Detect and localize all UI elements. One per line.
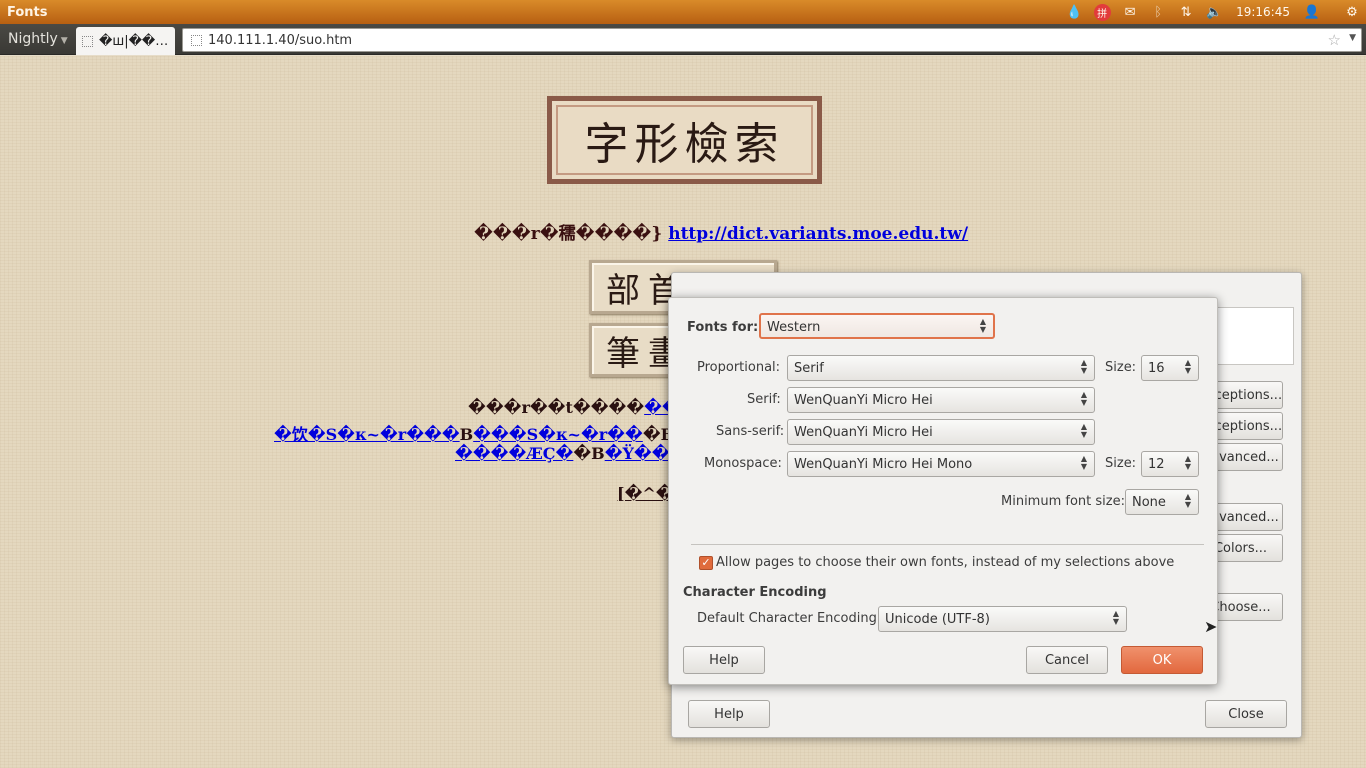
site-identity-icon[interactable] (191, 34, 202, 46)
sans-serif-select[interactable]: WenQuanYi Micro Hei ▲ ▼ (787, 419, 1095, 445)
garbled-link[interactable]: ���S�к~�r�� (473, 425, 643, 444)
prefs-help-button[interactable]: Help (688, 700, 770, 728)
dict-link[interactable]: http://dict.variants.moe.edu.tw/ (668, 224, 968, 244)
serif-select[interactable]: WenQuanYi Micro Hei ▲ ▼ (787, 387, 1095, 413)
garbled-link[interactable]: �Ÿ�� (605, 444, 670, 463)
page-icon (82, 35, 93, 47)
combo-arrows-icon: ▲ ▼ (1184, 358, 1191, 375)
proportional-label: Proportional: (697, 360, 781, 375)
tab-title: �ш|��… (99, 33, 169, 49)
fonts-for-label: Fonts for: (687, 320, 759, 335)
garbled-text: ���r��t���� (468, 398, 645, 417)
serif-label: Serif: (747, 392, 781, 407)
combo-arrows-icon: ▲ ▼ (1080, 454, 1087, 471)
proportional-value: Serif (794, 361, 824, 376)
fonts-for-value: Western (767, 320, 821, 335)
ok-button[interactable]: OK (1121, 646, 1203, 674)
sans-serif-label: Sans-serif: (716, 424, 785, 439)
monospace-size-value: 12 (1148, 457, 1165, 472)
garbled-line-1: ���r��t������ (468, 398, 680, 417)
url-text: 140.111.1.40/suo.htm (208, 32, 353, 48)
chevron-down-icon: ▼ (60, 36, 68, 46)
monospace-value: WenQuanYi Micro Hei Mono (794, 457, 973, 472)
gear-icon[interactable]: ⚙ (1338, 0, 1366, 24)
garbled-link[interactable]: [�^� (617, 484, 674, 503)
proportional-size-select[interactable]: 16 ▲ ▼ (1141, 355, 1199, 381)
allow-pages-fonts-checkbox[interactable]: ✓ (699, 556, 713, 570)
intro-line: ���r�穤����} http://dict.variants.moe.edu… (474, 219, 968, 244)
allow-pages-fonts-label[interactable]: Allow pages to choose their own fonts, i… (716, 555, 1174, 570)
system-tray: 💧 拼 ✉ ᛒ ⇅ 🔈 19:16:45 👤 ⚙ (1060, 0, 1366, 24)
fonts-for-select[interactable]: Western ▲ ▼ (759, 313, 995, 339)
url-history-dropdown-icon[interactable]: ▼ (1349, 33, 1356, 43)
app-menu-button[interactable]: Nightly ▼ (0, 27, 70, 52)
proportional-size-value: 16 (1148, 361, 1165, 376)
close-button[interactable]: Close (1205, 700, 1287, 728)
fonts-help-button[interactable]: Help (683, 646, 765, 674)
combo-arrows-icon: ▲ ▼ (1080, 390, 1087, 407)
garbled-link[interactable]: �饮�S�к~�r��� (274, 425, 460, 444)
url-bar[interactable]: 140.111.1.40/suo.htm ☆ ▼ (182, 28, 1362, 52)
minimum-font-size-label: Minimum font size: (1001, 494, 1125, 509)
bookmark-star-icon[interactable]: ☆ (1328, 31, 1341, 49)
monospace-size-label: Size: (1105, 456, 1137, 471)
monospace-size-select[interactable]: 12 ▲ ▼ (1141, 451, 1199, 477)
mouse-cursor-icon: ➤ (1204, 617, 1218, 636)
window-title: Fonts (7, 4, 48, 20)
serif-value: WenQuanYi Micro Hei (794, 393, 933, 408)
combo-arrows-icon: ▲ ▼ (1184, 492, 1191, 509)
garbled-link[interactable]: ����ÆÇ� (455, 444, 573, 463)
clock[interactable]: 19:16:45 (1228, 5, 1298, 19)
minimum-font-size-value: None (1132, 495, 1166, 510)
monospace-label: Monospace: (704, 456, 782, 471)
cancel-button[interactable]: Cancel (1026, 646, 1108, 674)
combo-arrows-icon: ▲ ▼ (1080, 358, 1087, 375)
proportional-select[interactable]: Serif ▲ ▼ (787, 355, 1095, 381)
page-banner: 字形檢索 (547, 96, 822, 184)
garbled-text: B (459, 425, 474, 444)
input-method-icon[interactable]: 拼 (1088, 0, 1116, 24)
preview-pane (1212, 307, 1294, 365)
sans-serif-value: WenQuanYi Micro Hei (794, 425, 933, 440)
garbled-line-4: [�^� (617, 484, 674, 503)
fonts-dialog: Fonts for: Western ▲ ▼ Proportional: Seri… (668, 297, 1218, 685)
separator (691, 544, 1204, 545)
bluetooth-icon[interactable]: ᛒ (1144, 0, 1172, 24)
network-icon[interactable]: ⇅ (1172, 0, 1200, 24)
combo-arrows-icon: ▲ ▼ (979, 317, 986, 334)
default-encoding-select[interactable]: Unicode (UTF-8) ▲ ▼ (878, 606, 1127, 632)
garbled-line-2: �饮�S�к~�r���B���S�к~�r���B (274, 421, 674, 445)
default-encoding-value: Unicode (UTF-8) (885, 612, 990, 627)
mail-icon[interactable]: ✉ (1116, 0, 1144, 24)
browser-toolbar: Nightly ▼ �ш|��… 140.111.1.40/suo.htm ☆ ▼ (0, 24, 1366, 55)
combo-arrows-icon: ▲ ▼ (1184, 454, 1191, 471)
garbled-text: �B (573, 444, 605, 463)
combo-arrows-icon: ▲ ▼ (1112, 609, 1119, 626)
app-menu-label: Nightly (8, 31, 58, 47)
proportional-size-label: Size: (1105, 360, 1137, 375)
browser-tab[interactable]: �ш|��… (76, 27, 175, 55)
garbled-line-3: ����ÆÇ��B�Ÿ�� (455, 444, 670, 463)
top-panel: Fonts 💧 拼 ✉ ᛒ ⇅ 🔈 19:16:45 👤 ⚙ (0, 0, 1366, 24)
droplet-icon[interactable]: 💧 (1060, 0, 1088, 24)
intro-text: ���r�穤����} (474, 224, 663, 244)
user-icon[interactable]: 👤 (1298, 0, 1326, 24)
monospace-select[interactable]: WenQuanYi Micro Hei Mono ▲ ▼ (787, 451, 1095, 477)
combo-arrows-icon: ▲ ▼ (1080, 422, 1087, 439)
minimum-font-size-select[interactable]: None ▲ ▼ (1125, 489, 1199, 515)
default-encoding-label: Default Character Encoding: (697, 611, 882, 626)
character-encoding-heading: Character Encoding (683, 585, 827, 600)
volume-icon[interactable]: 🔈 (1200, 0, 1228, 24)
